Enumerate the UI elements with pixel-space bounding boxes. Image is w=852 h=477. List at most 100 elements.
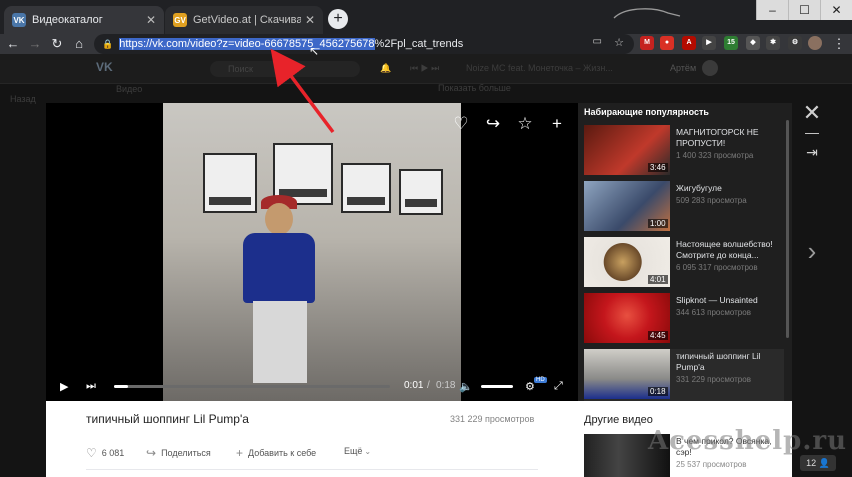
gmail-extension-icon[interactable]: M: [640, 36, 654, 50]
share-icon: ↪: [146, 446, 157, 460]
tab-title: Видеокаталог: [32, 14, 103, 26]
next-icon[interactable]: ⏭: [86, 380, 96, 393]
lock-icon: 🔒: [102, 38, 114, 49]
tab-videocatalog[interactable]: VK Видеокаталог ✕: [4, 6, 164, 34]
close-window-button[interactable]: ✕: [820, 0, 852, 20]
user-avatar[interactable]: [702, 60, 718, 76]
vk-search-input[interactable]: Поиск: [210, 61, 360, 77]
profile-avatar[interactable]: [808, 36, 822, 50]
video-title[interactable]: Жигубугуле: [676, 183, 780, 194]
window-controls: – ☐ ✕: [756, 0, 852, 20]
minimize-player-icon[interactable]: —: [800, 124, 824, 140]
video-duration: 4:01: [648, 275, 668, 284]
play-icon[interactable]: ▶: [60, 380, 68, 393]
trending-item[interactable]: 4:45 Slipknot — Unsainted 344 613 просмо…: [584, 293, 784, 345]
media-extension-icon[interactable]: ▶: [702, 36, 716, 50]
person-icon: 👤: [818, 458, 830, 468]
adblock-extension-icon[interactable]: ●: [660, 36, 674, 50]
vk-logo[interactable]: VK: [96, 60, 116, 76]
shield-extension-icon[interactable]: ◆: [746, 36, 760, 50]
volume-slider[interactable]: [481, 385, 513, 388]
puzzle-extension-icon[interactable]: ✱: [766, 36, 780, 50]
video-title-main: типичный шоппинг Lil Pump'a: [86, 412, 249, 426]
fullscreen-icon[interactable]: ⤢: [554, 380, 563, 393]
seek-progress: [114, 385, 128, 388]
back-icon[interactable]: ←: [4, 35, 22, 53]
bookmark-star-icon[interactable]: ☆: [614, 36, 624, 49]
now-playing-track[interactable]: Noize MC feat. Монеточка – Жизн...: [466, 63, 613, 73]
video-title[interactable]: Slipknot — Unsainted: [676, 295, 780, 306]
share-label: Поделиться: [161, 448, 211, 458]
chevron-down-icon: ⌄: [364, 446, 372, 456]
video-title[interactable]: типичный шоппинг Lil Pump'a: [676, 351, 780, 373]
menu-dots-icon[interactable]: ⋮: [830, 35, 848, 53]
video-duration: 3:46: [648, 163, 668, 172]
share-video-icon[interactable]: ↪: [480, 111, 506, 137]
pdf-extension-icon[interactable]: A: [682, 36, 696, 50]
browser-window: VK Видеокаталог ✕ GV GetVideo.at | Скачи…: [0, 0, 852, 477]
other-videos-heading: Другие видео: [584, 414, 653, 426]
address-bar[interactable]: 🔒 https://vk.com/video?z=video-66678575_…: [94, 34, 634, 54]
video-title[interactable]: МАГНИТОГОРСК НЕ ПРОПУСТИ!: [676, 127, 780, 149]
video-title[interactable]: Настоящее волшебство! Смотрите до конца.…: [676, 239, 780, 261]
dock-player-icon[interactable]: ⇥: [800, 144, 824, 161]
trending-item-current[interactable]: 0:18 типичный шоппинг Lil Pump'a 331 229…: [584, 349, 784, 401]
like-count: 6 081: [101, 448, 125, 458]
trending-item[interactable]: 4:01 Настоящее волшебство! Смотрите до к…: [584, 237, 784, 289]
next-video-chevron-icon[interactable]: ›: [800, 236, 824, 267]
maximize-button[interactable]: ☐: [788, 0, 820, 20]
volume-icon[interactable]: 🔈: [459, 380, 473, 393]
add-to-mine-button[interactable]: + Добавить к себе: [236, 446, 316, 460]
trending-item[interactable]: 3:46 МАГНИТОГОРСК НЕ ПРОПУСТИ! 1 400 323…: [584, 125, 784, 177]
time-current: 0:01: [404, 380, 424, 391]
vk-header: VK Поиск 🔔 ⏮ ▶ ⏭ Noize MC feat. Монеточк…: [0, 54, 852, 84]
cast-icon[interactable]: ▭: [593, 36, 602, 47]
badge-extension-icon[interactable]: 15: [724, 36, 738, 50]
video-frame[interactable]: [163, 103, 461, 401]
reload-icon[interactable]: ↻: [48, 35, 66, 53]
show-more-link[interactable]: Показать больше: [438, 83, 511, 93]
car-silhouette-icon: [613, 8, 681, 19]
notification-bell-icon[interactable]: 🔔: [380, 63, 391, 74]
close-tab-icon[interactable]: ✕: [146, 13, 156, 27]
close-icon[interactable]: ✕: [800, 100, 824, 126]
seek-bar[interactable]: [114, 385, 390, 388]
share-button[interactable]: ↪ Поделиться: [146, 446, 211, 460]
person-figure: [243, 195, 315, 383]
new-tab-button[interactable]: +: [328, 9, 348, 29]
forward-icon[interactable]: →: [26, 35, 44, 53]
watermark-text: Acesshelp.ru: [648, 426, 847, 456]
close-tab-icon[interactable]: ✕: [305, 13, 315, 27]
video-player[interactable]: ♡ ↪ ☆ + ▶ ⏭ 0:01 / 0:18 🔈 ⚙ HD ⤢: [46, 103, 578, 401]
add-video-icon[interactable]: +: [544, 111, 570, 137]
video-duration: 4:45: [648, 331, 668, 340]
url-text[interactable]: https://vk.com/video?z=video-66678575_45…: [119, 38, 463, 50]
home-icon[interactable]: ⌂: [70, 35, 88, 53]
url-rest: %2Fpl_cat_trends: [374, 38, 464, 50]
video-views: 509 283 просмотра: [676, 196, 747, 205]
audio-player-controls[interactable]: ⏮ ▶ ⏭: [410, 63, 439, 74]
video-duration: 1:00: [648, 219, 668, 228]
more-button[interactable]: Ещё ⌄: [344, 446, 376, 456]
time-separator: /: [427, 380, 430, 391]
like-button[interactable]: ♡ 6 081: [86, 446, 124, 460]
settings-extension-icon[interactable]: ⚙: [788, 36, 802, 50]
friends-count-badge[interactable]: 12 👤: [800, 455, 836, 471]
time-total: 0:18: [436, 380, 456, 391]
count-value: 12: [806, 458, 817, 468]
minimize-button[interactable]: –: [756, 0, 788, 20]
more-label: Ещё: [344, 446, 363, 456]
favorite-star-icon[interactable]: ☆: [512, 111, 538, 137]
like-video-icon[interactable]: ♡: [448, 111, 474, 137]
tab-strip: VK Видеокаталог ✕ GV GetVideo.at | Скачи…: [0, 0, 852, 34]
left-nav-video[interactable]: Видео: [116, 84, 142, 94]
user-name[interactable]: Артём: [670, 63, 696, 73]
tab-getvideo[interactable]: GV GetVideo.at | Скачивайте видео ✕: [165, 6, 323, 34]
video-views: 1 400 323 просмотра: [676, 151, 754, 160]
video-views-main: 331 229 просмотров: [450, 414, 535, 424]
sidebar-scrollbar[interactable]: [786, 120, 789, 338]
trending-item[interactable]: 1:00 Жигубугуле 509 283 просмотра: [584, 181, 784, 233]
plus-icon: +: [236, 446, 244, 460]
vk-favicon-icon: VK: [12, 13, 26, 27]
back-link[interactable]: Назад: [10, 94, 36, 104]
